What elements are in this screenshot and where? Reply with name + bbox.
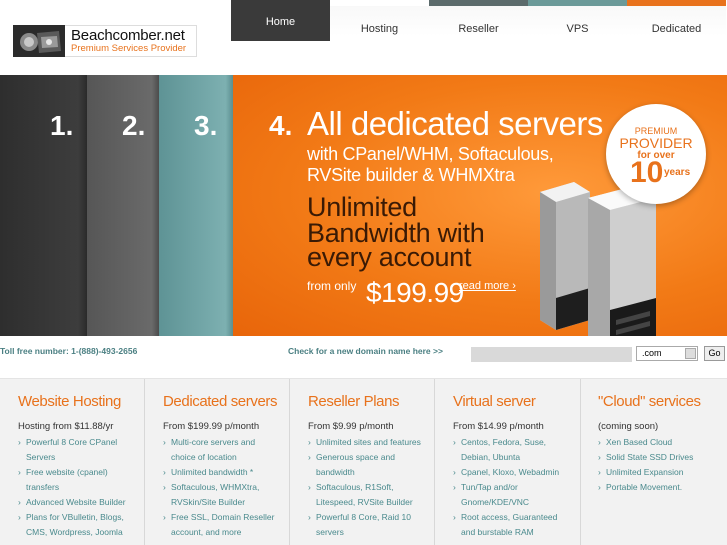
promo-banner[interactable]: 1. 2. 3. 4. All dedicated servers with C… [0, 75, 727, 340]
premium-provider-badge: PREMIUM PROVIDER for over 10 years [606, 104, 706, 204]
plan-feature[interactable]: Portable Movement. [598, 480, 726, 495]
tld-selected-value: .com [642, 348, 662, 358]
banner-step-1[interactable]: 1. [50, 110, 73, 142]
banner-subline-2: RVSite builder & WHMXtra [307, 165, 515, 185]
plan-feature[interactable]: Unlimited Expansion [598, 465, 726, 480]
banner-step-4[interactable]: 4. [269, 110, 292, 142]
plan-reseller: Reseller Plans From $9.99 p/month Unlimi… [290, 379, 435, 545]
main-nav: Home Hosting Reseller VPS Dedicated [231, 0, 727, 60]
nav-reseller-label: Reseller [458, 23, 499, 35]
plan-feature-list: Xen Based Cloud Solid State SSD Drives U… [598, 435, 726, 495]
plan-price: From $9.99 p/month [308, 421, 394, 432]
nav-hosting[interactable]: Hosting [330, 0, 429, 60]
plan-feature[interactable]: Multi-core servers and [163, 435, 289, 450]
plan-feature[interactable]: Cpanel, Kloxo, Webadmin [453, 465, 580, 480]
plan-feature[interactable]: CMS, Wordpress, Joomla [18, 525, 144, 540]
nav-vps[interactable]: VPS [528, 0, 627, 60]
domain-search-input[interactable] [471, 347, 632, 362]
plan-feature[interactable]: Advanced Website Builder [18, 495, 144, 510]
plan-feature[interactable]: Tun/Tap and/or [453, 480, 580, 495]
plan-feature[interactable]: Powerful 8 Core, Raid 10 [308, 510, 434, 525]
domain-search-strip: Toll free number: 1-(888)-493-2656 Check… [0, 336, 727, 378]
nav-hosting-label: Hosting [360, 23, 399, 35]
plan-feature-list: Powerful 8 Core CPanel Servers Free webs… [18, 435, 144, 540]
plan-feature[interactable]: servers [308, 525, 434, 540]
plan-feature[interactable]: Xen Based Cloud [598, 435, 726, 450]
plan-feature[interactable]: Plans for VBulletin, Blogs, [18, 510, 144, 525]
plan-feature[interactable]: choice of location [163, 450, 289, 465]
nav-vps-bar [528, 0, 627, 6]
plan-feature[interactable]: Generous space and [308, 450, 434, 465]
plan-feature[interactable]: Unlimited sites and features [308, 435, 434, 450]
plan-feature[interactable]: Unlimited bandwidth * [163, 465, 289, 480]
nav-vps-label: VPS [566, 23, 589, 35]
toll-free-number: Toll free number: 1-(888)-493-2656 [0, 346, 138, 356]
plan-feature[interactable]: transfers [18, 480, 144, 495]
plan-feature[interactable]: Root access, Guaranteed [453, 510, 580, 525]
tld-select[interactable]: .com [636, 346, 698, 361]
plan-feature[interactable]: Debian, Ubunta [453, 450, 580, 465]
banner-from-only: from only [307, 279, 357, 293]
banner-step-3[interactable]: 3. [194, 110, 217, 142]
plan-title[interactable]: Virtual server [453, 393, 580, 410]
plan-feature[interactable]: Servers [18, 450, 144, 465]
plan-dedicated-servers: Dedicated servers From $199.99 p/month M… [145, 379, 290, 545]
logo-tagline: Premium Services Provider [71, 43, 187, 54]
badge-provider: PROVIDER [619, 135, 693, 151]
plan-feature[interactable]: account, and more [163, 525, 289, 540]
go-button[interactable]: Go [704, 346, 725, 361]
plan-feature[interactable]: bandwidth [308, 465, 434, 480]
site-logo[interactable]: Beachcomber.net Premium Services Provide… [13, 25, 197, 57]
plan-title[interactable]: Dedicated servers [163, 393, 289, 410]
plan-title[interactable]: Website Hosting [18, 393, 144, 410]
read-more-link[interactable]: read more › [459, 280, 516, 292]
plans-section: Website Hosting Hosting from $11.88/yr P… [0, 378, 727, 545]
plan-feature[interactable]: Powerful 8 Core CPanel [18, 435, 144, 450]
plan-feature[interactable]: and burstable RAM [453, 525, 580, 540]
plan-feature[interactable]: Litespeed, RVSite Builder [308, 495, 434, 510]
logo-name: Beachcomber.net [71, 27, 185, 44]
nav-dedicated[interactable]: Dedicated [627, 0, 726, 60]
plan-virtual-server: Virtual server From $14.99 p/month Cento… [436, 379, 581, 545]
plan-feature[interactable]: Softaculous, R1Soft, [308, 480, 434, 495]
plan-price: From $14.99 p/month [453, 421, 544, 432]
banner-panel-1[interactable] [0, 75, 87, 336]
logo-image [13, 25, 65, 57]
header: Beachcomber.net Premium Services Provide… [0, 0, 727, 75]
nav-dedicated-label: Dedicated [651, 23, 702, 35]
plan-feature[interactable]: Free website (cpanel) [18, 465, 144, 480]
nav-reseller[interactable]: Reseller [429, 0, 528, 60]
plan-feature-list: Multi-core servers and choice of locatio… [163, 435, 289, 540]
banner-big-line-3: every account [307, 242, 472, 272]
plan-website-hosting: Website Hosting Hosting from $11.88/yr P… [0, 379, 145, 545]
plan-title[interactable]: "Cloud" services [598, 393, 726, 410]
chevron-down-icon[interactable] [685, 348, 696, 359]
plan-feature[interactable]: Centos, Fedora, Suse, [453, 435, 580, 450]
banner-step-2[interactable]: 2. [122, 110, 145, 142]
plan-feature[interactable]: RVSkin/Site Builder [163, 495, 289, 510]
nav-home[interactable]: Home [231, 0, 330, 41]
plan-feature[interactable]: Softaculous, WHMXtra, [163, 480, 289, 495]
banner-subline-1: with CPanel/WHM, Softaculous, [307, 144, 554, 164]
plan-title[interactable]: Reseller Plans [308, 393, 434, 410]
plan-feature-list: Unlimited sites and features Generous sp… [308, 435, 434, 540]
nav-home-label: Home [265, 16, 296, 28]
plan-cloud-services: "Cloud" services (coming soon) Xen Based… [581, 379, 726, 545]
plan-feature[interactable]: Gnome/KDE/VNC [453, 495, 580, 510]
nav-reseller-bar [429, 0, 528, 6]
badge-ten: 10 [630, 156, 664, 189]
plan-price: (coming soon) [598, 421, 659, 432]
plan-price: Hosting from $11.88/yr [18, 421, 114, 432]
plan-price: From $199.99 p/month [163, 421, 260, 432]
banner-price: $199.99 [366, 277, 464, 308]
plan-feature[interactable]: Solid State SSD Drives [598, 450, 726, 465]
banner-headline: All dedicated servers [307, 105, 603, 142]
plan-feature[interactable]: Free SSL, Domain Reseller [163, 510, 289, 525]
nav-dedicated-bar [627, 0, 726, 6]
badge-years: years [664, 167, 691, 178]
plan-feature-list: Centos, Fedora, Suse, Debian, Ubunta Cpa… [453, 435, 580, 540]
logo-text: Beachcomber.net Premium Services Provide… [65, 25, 197, 57]
nav-hosting-bar [330, 0, 429, 6]
domain-check-prompt: Check for a new domain name here >> [288, 346, 443, 356]
